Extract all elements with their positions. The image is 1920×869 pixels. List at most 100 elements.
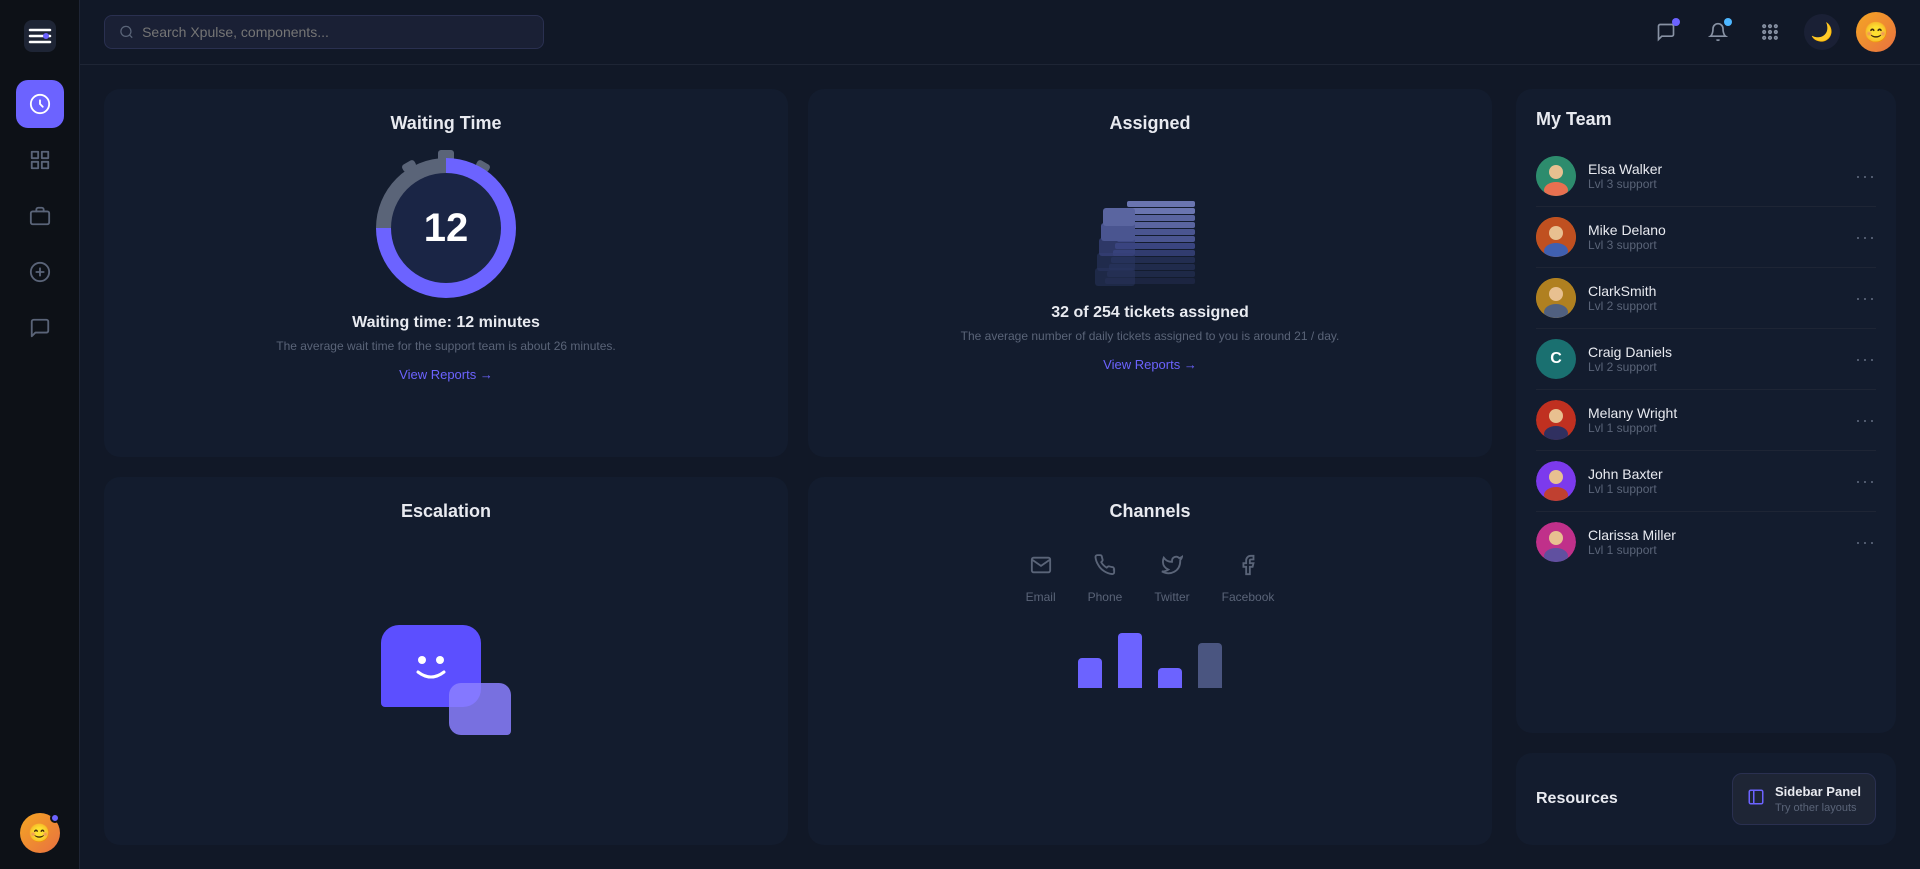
team-member-john: John Baxter Lvl 1 support ··· — [1536, 451, 1876, 512]
avatar-notification-badge — [50, 813, 60, 823]
member-avatar-elsa — [1536, 156, 1576, 196]
sidebar-item-grid[interactable] — [16, 136, 64, 184]
resources-title: Resources — [1536, 790, 1618, 808]
member-menu-clarissa[interactable]: ··· — [1855, 532, 1876, 553]
apps-icon[interactable] — [1752, 14, 1788, 50]
member-avatar-john — [1536, 461, 1576, 501]
twitter-label: Twitter — [1154, 590, 1189, 604]
waiting-time-desc: The average wait time for the support te… — [276, 338, 616, 355]
channel-phone[interactable]: Phone — [1088, 554, 1123, 604]
channels-icons-row: Email Phone — [1026, 554, 1275, 604]
member-name-melany: Melany Wright — [1588, 405, 1843, 421]
team-member-melany: Melany Wright Lvl 1 support ··· — [1536, 390, 1876, 451]
sidebar-panel-sub: Try other layouts — [1775, 802, 1857, 814]
sidebar-panel-button[interactable]: Sidebar Panel Try other layouts — [1732, 773, 1876, 825]
sidebar-panel-btn-text: Sidebar Panel Try other layouts — [1775, 784, 1861, 814]
twitter-bar — [1158, 668, 1182, 688]
sidebar-item-briefcase[interactable] — [16, 192, 64, 240]
phone-bar — [1118, 633, 1142, 688]
sidebar-panel-label: Sidebar Panel — [1775, 784, 1861, 799]
member-role-clark: Lvl 2 support — [1588, 299, 1843, 313]
assigned-illustration — [1085, 158, 1215, 288]
email-bar — [1078, 658, 1102, 688]
search-bar[interactable] — [104, 15, 544, 49]
member-menu-mike[interactable]: ··· — [1855, 227, 1876, 248]
sidebar-item-ticket[interactable] — [16, 248, 64, 296]
stopwatch-illustration: 12 — [376, 158, 516, 298]
panels-grid: Waiting Time 12 Waiting time: 12 minutes… — [104, 89, 1492, 845]
header-actions: 🌙 😊 — [1648, 12, 1896, 52]
assigned-view-reports[interactable]: View Reports → — [1103, 357, 1197, 372]
my-team-panel: My Team Elsa Walker Lvl 3 support ··· — [1516, 89, 1896, 733]
team-member-elsa: Elsa Walker Lvl 3 support ··· — [1536, 146, 1876, 207]
theme-toggle[interactable]: 🌙 — [1804, 14, 1840, 50]
member-role-clarissa: Lvl 1 support — [1588, 543, 1843, 557]
member-role-melany: Lvl 1 support — [1588, 421, 1843, 435]
member-name-craig: Craig Daniels — [1588, 344, 1843, 360]
assigned-title: Assigned — [832, 113, 1468, 134]
chat-bubble-secondary — [449, 683, 511, 735]
member-menu-melany[interactable]: ··· — [1855, 410, 1876, 431]
email-label: Email — [1026, 590, 1056, 604]
escalation-title: Escalation — [128, 501, 764, 522]
content-area: Waiting Time 12 Waiting time: 12 minutes… — [80, 65, 1920, 869]
member-name-elsa: Elsa Walker — [1588, 161, 1843, 177]
team-member-clarissa: Clarissa Miller Lvl 1 support ··· — [1536, 512, 1876, 572]
phone-icon — [1094, 554, 1116, 582]
team-title: My Team — [1536, 109, 1876, 130]
header: 🌙 😊 — [80, 0, 1920, 65]
member-menu-clark[interactable]: ··· — [1855, 288, 1876, 309]
chat-header-icon[interactable] — [1648, 14, 1684, 50]
main-content: 🌙 😊 Waiting Time 12 Wai — [80, 0, 1920, 869]
right-sidebar: My Team Elsa Walker Lvl 3 support ··· — [1516, 89, 1896, 845]
channels-bars — [832, 628, 1468, 688]
app-logo[interactable] — [20, 16, 60, 56]
waiting-time-panel: Waiting Time 12 Waiting time: 12 minutes… — [104, 89, 788, 457]
member-role-john: Lvl 1 support — [1588, 482, 1843, 496]
resources-panel: Resources Sidebar Panel Try other layout… — [1516, 753, 1896, 845]
member-info-clarissa: Clarissa Miller Lvl 1 support — [1588, 527, 1843, 557]
layout-icon — [1747, 788, 1765, 811]
member-role-mike: Lvl 3 support — [1588, 238, 1843, 252]
bell-icon[interactable] — [1700, 14, 1736, 50]
search-icon — [119, 24, 134, 40]
member-menu-john[interactable]: ··· — [1855, 471, 1876, 492]
escalation-panel: Escalation — [104, 477, 788, 845]
member-info-john: John Baxter Lvl 1 support — [1588, 466, 1843, 496]
member-name-john: John Baxter — [1588, 466, 1843, 482]
bell-badge — [1724, 18, 1732, 26]
member-avatar-clarissa — [1536, 522, 1576, 562]
channels-title: Channels — [832, 501, 1468, 522]
channel-facebook[interactable]: Facebook — [1222, 554, 1275, 604]
escalation-illustration — [381, 538, 511, 821]
team-member-clark: ClarkSmith Lvl 2 support ··· — [1536, 268, 1876, 329]
member-avatar-clark — [1536, 278, 1576, 318]
member-menu-craig[interactable]: ··· — [1855, 349, 1876, 370]
user-avatar-sidebar[interactable]: 😊 — [20, 813, 60, 853]
member-info-craig: Craig Daniels Lvl 2 support — [1588, 344, 1843, 374]
team-member-mike: Mike Delano Lvl 3 support ··· — [1536, 207, 1876, 268]
sidebar-item-dashboard[interactable] — [16, 80, 64, 128]
sidebar: 😊 — [0, 0, 80, 869]
waiting-time-title: Waiting Time — [128, 113, 764, 134]
member-info-melany: Melany Wright Lvl 1 support — [1588, 405, 1843, 435]
smiley-face — [406, 646, 456, 686]
facebook-icon — [1237, 554, 1259, 582]
waiting-time-view-reports[interactable]: View Reports → — [399, 367, 493, 382]
channel-email[interactable]: Email — [1026, 554, 1056, 604]
member-avatar-melany — [1536, 400, 1576, 440]
search-input[interactable] — [142, 24, 529, 40]
member-role-elsa: Lvl 3 support — [1588, 177, 1843, 191]
user-avatar-header[interactable]: 😊 — [1856, 12, 1896, 52]
assigned-panel: Assigned — [808, 89, 1492, 457]
chat-badge — [1672, 18, 1680, 26]
channel-twitter[interactable]: Twitter — [1154, 554, 1189, 604]
team-member-craig: C Craig Daniels Lvl 2 support ··· — [1536, 329, 1876, 390]
facebook-label: Facebook — [1222, 590, 1275, 604]
member-avatar-mike — [1536, 217, 1576, 257]
assigned-stat: 32 of 254 tickets assigned — [1051, 304, 1248, 322]
channels-panel: Channels Email — [808, 477, 1492, 845]
sidebar-item-chat[interactable] — [16, 304, 64, 352]
member-menu-elsa[interactable]: ··· — [1855, 166, 1876, 187]
member-role-craig: Lvl 2 support — [1588, 360, 1843, 374]
